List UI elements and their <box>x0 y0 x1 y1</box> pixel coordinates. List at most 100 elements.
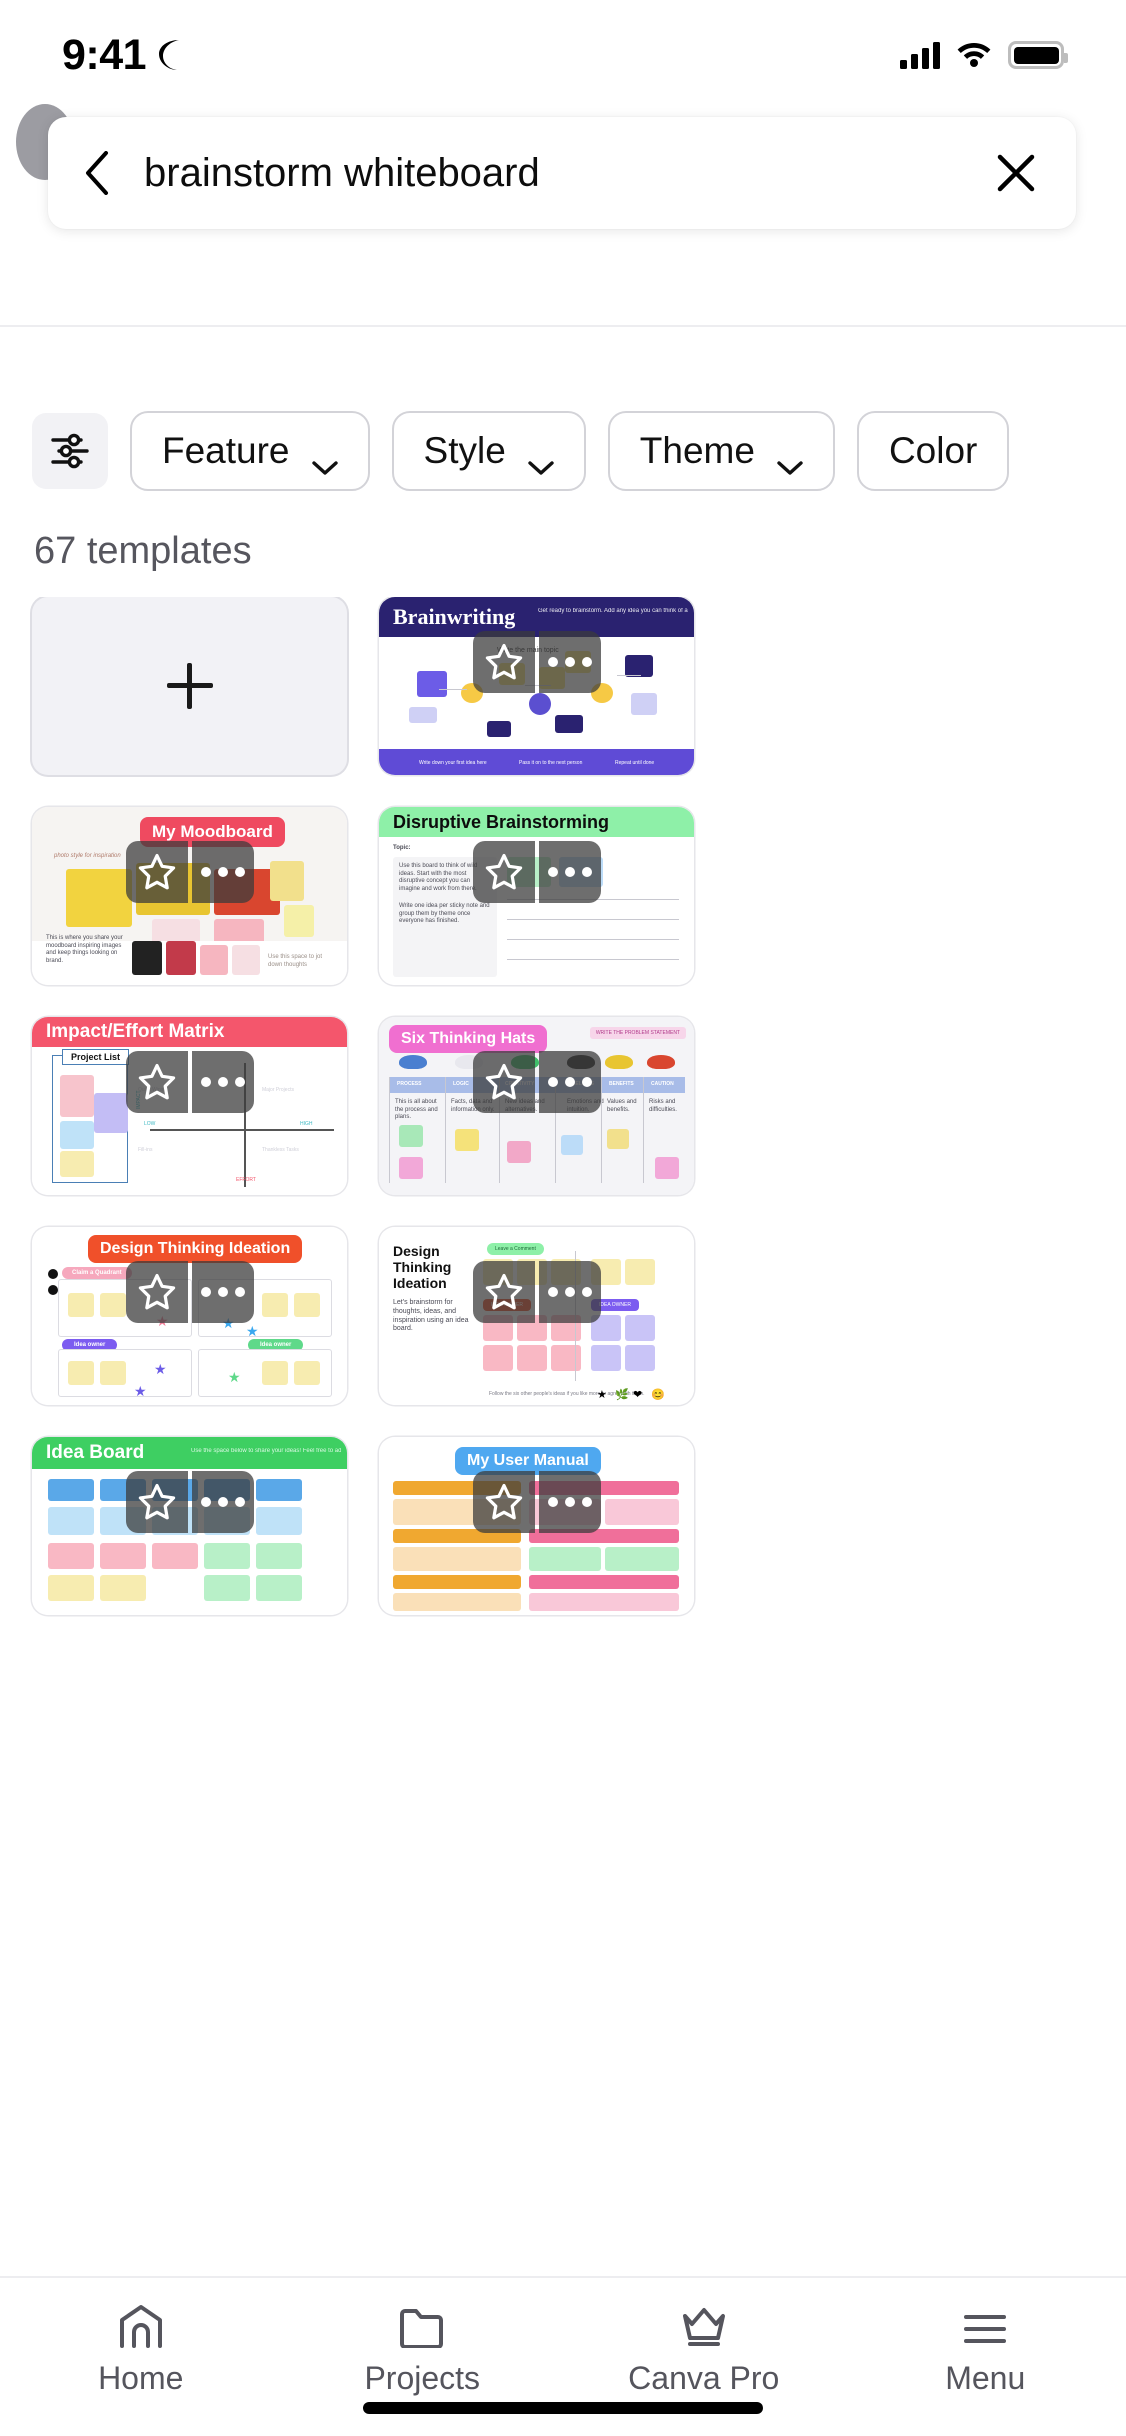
more-ellipsis-icon[interactable] <box>191 1471 254 1533</box>
tab-projects[interactable]: Projects <box>282 2300 564 2397</box>
template-title: Six Thinking Hats <box>389 1025 548 1053</box>
status-bar-right <box>900 39 1068 72</box>
more-ellipsis-icon[interactable] <box>538 1261 601 1323</box>
card-overlay-actions[interactable] <box>125 841 254 903</box>
status-time: 9:41 <box>62 30 147 79</box>
template-card-my-moodboard[interactable]: My Moodboard photo style for inspiration… <box>32 807 347 985</box>
card-overlay-actions[interactable] <box>472 1471 601 1533</box>
tab-menu[interactable]: Menu <box>845 2300 1126 2397</box>
template-body: Let's brainstorm for thoughts, ideas, an… <box>393 1299 469 1333</box>
template-card-impact-effort-matrix[interactable]: Impact/Effort Matrix Project List LOW HI… <box>32 1017 347 1195</box>
star-outline-icon[interactable] <box>125 841 188 903</box>
grid-row: Brainwriting Get ready to brainstorm. Ad… <box>0 597 1126 775</box>
filter-chip-label: Style <box>423 430 506 471</box>
tag-label: Leave a Comment <box>487 1243 544 1255</box>
home-indicator <box>363 2402 763 2414</box>
chevron-down-icon <box>528 443 554 475</box>
grid-row: Design Thinking Ideation Claim a Quadran… <box>0 1227 1126 1405</box>
battery-full-icon <box>1008 41 1068 69</box>
template-subtitle: Use the space below to share your ideas!… <box>191 1448 341 1454</box>
template-card-my-user-manual[interactable]: My User Manual <box>379 1437 694 1615</box>
back-chevron-icon[interactable] <box>74 150 120 196</box>
home-icon <box>117 2300 165 2348</box>
project-list-label: Project List <box>62 1049 130 1065</box>
tab-home[interactable]: Home <box>0 2300 282 2397</box>
more-ellipsis-icon[interactable] <box>191 841 254 903</box>
filter-chip-label: Theme <box>639 430 755 471</box>
template-card-disruptive-brainstorming[interactable]: Disruptive Brainstorming Topic: Use this… <box>379 807 694 985</box>
template-caption: photo style for inspiration <box>54 853 121 859</box>
more-ellipsis-icon[interactable] <box>538 1051 601 1113</box>
cellular-signal-icon <box>900 41 940 69</box>
search-input[interactable]: brainstorm whiteboard <box>120 151 990 196</box>
card-overlay-actions[interactable] <box>472 1051 601 1113</box>
template-column-label: Topic: <box>393 845 411 851</box>
grid-row: Idea Board Use the space below to share … <box>0 1437 1126 1615</box>
tab-label: Menu <box>945 2360 1026 2396</box>
template-card-idea-board[interactable]: Idea Board Use the space below to share … <box>32 1437 347 1615</box>
grid-row: My Moodboard photo style for inspiration… <box>0 807 1126 985</box>
chevron-down-icon <box>777 443 803 475</box>
more-ellipsis-icon[interactable] <box>191 1261 254 1323</box>
star-outline-icon[interactable] <box>125 1261 188 1323</box>
template-title: Design Thinking Ideation <box>88 1235 303 1263</box>
tab-label: Canva Pro <box>628 2360 780 2396</box>
template-card-brainwriting[interactable]: Brainwriting Get ready to brainstorm. Ad… <box>379 597 694 775</box>
template-note: WRITE THE PROBLEM STATEMENT <box>589 1027 686 1039</box>
template-grid: Brainwriting Get ready to brainstorm. Ad… <box>0 597 1126 2288</box>
search-bar[interactable]: brainstorm whiteboard <box>48 117 1076 229</box>
star-outline-icon[interactable] <box>125 1471 188 1533</box>
quadrant-label: Claim a Quadrant <box>62 1267 132 1279</box>
header-divider <box>0 325 1126 327</box>
more-ellipsis-icon[interactable] <box>191 1051 254 1113</box>
filter-chip-style[interactable]: Style <box>391 411 586 491</box>
card-overlay-actions[interactable] <box>472 841 601 903</box>
sliders-filter-icon[interactable] <box>32 413 108 489</box>
hamburger-menu-icon <box>961 2300 1009 2348</box>
crown-icon <box>679 2300 729 2348</box>
star-outline-icon[interactable] <box>472 1471 535 1533</box>
star-outline-icon[interactable] <box>472 631 535 693</box>
wifi-icon <box>956 39 992 72</box>
grid-row: Impact/Effort Matrix Project List LOW HI… <box>0 1017 1126 1195</box>
filter-chip-feature[interactable]: Feature <box>130 411 370 491</box>
filter-chip-theme[interactable]: Theme <box>607 411 835 491</box>
template-title: Design Thinking Ideation <box>393 1243 452 1292</box>
app-screen: 9:41 brainstorm whiteboard Feature Style… <box>0 0 1126 2436</box>
filter-chip-row[interactable]: Feature Style Theme Color <box>0 396 1126 506</box>
create-blank-card[interactable] <box>32 597 347 775</box>
star-outline-icon[interactable] <box>472 1261 535 1323</box>
template-card-six-thinking-hats[interactable]: Six Thinking Hats WRITE THE PROBLEM STAT… <box>379 1017 694 1195</box>
template-card-design-thinking-ideation-a[interactable]: Design Thinking Ideation Claim a Quadran… <box>32 1227 347 1405</box>
crescent-moon-icon <box>156 40 182 70</box>
template-card-design-thinking-ideation-b[interactable]: Design Thinking Ideation Let's brainstor… <box>379 1227 694 1405</box>
card-overlay-actions[interactable] <box>472 1261 601 1323</box>
template-title: Impact/Effort Matrix <box>32 1017 347 1047</box>
more-ellipsis-icon[interactable] <box>538 631 601 693</box>
card-overlay-actions[interactable] <box>472 631 601 693</box>
star-outline-icon[interactable] <box>472 841 535 903</box>
axis-x-label: EFFORT <box>236 1177 256 1183</box>
more-ellipsis-icon[interactable] <box>538 1471 601 1533</box>
chevron-down-icon <box>311 443 338 475</box>
filter-chip-color[interactable]: Color <box>856 411 1010 491</box>
folder-icon <box>398 2300 446 2348</box>
star-outline-icon[interactable] <box>125 1051 188 1113</box>
search-header: brainstorm whiteboard <box>0 104 1126 327</box>
tab-label: Home <box>98 2360 184 2396</box>
status-bar-left: 9:41 <box>62 31 182 80</box>
filter-chip-label: Feature <box>162 430 290 471</box>
close-x-icon[interactable] <box>990 147 1042 199</box>
plus-icon <box>166 663 213 709</box>
star-outline-icon[interactable] <box>472 1051 535 1113</box>
card-overlay-actions[interactable] <box>125 1471 254 1533</box>
filter-chip-label: Color <box>888 430 978 471</box>
card-overlay-actions[interactable] <box>125 1051 254 1113</box>
more-ellipsis-icon[interactable] <box>538 841 601 903</box>
status-bar: 9:41 <box>0 0 1126 92</box>
tab-canva-pro[interactable]: Canva Pro <box>563 2300 845 2397</box>
template-subtitle: Get ready to brainstorm. Add any idea yo… <box>538 608 688 614</box>
tab-label: Projects <box>364 2360 481 2396</box>
template-title: Disruptive Brainstorming <box>379 807 694 837</box>
card-overlay-actions[interactable] <box>125 1261 254 1323</box>
